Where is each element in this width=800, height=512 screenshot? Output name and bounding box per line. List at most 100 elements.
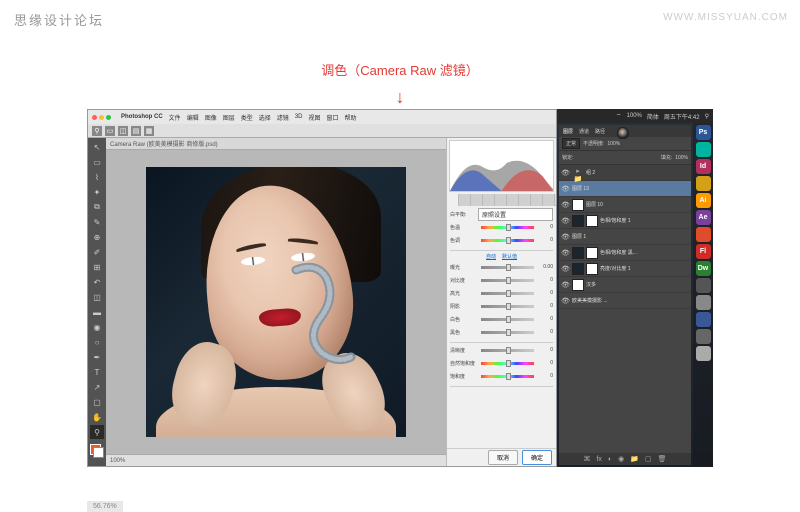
group-icon[interactable]: 📁 [630, 455, 639, 463]
hand-tool[interactable]: ✋ [90, 410, 104, 424]
stamp-tool[interactable]: ⊞ [90, 260, 104, 274]
layer-group[interactable]: 👁▸📁组 2 [559, 165, 691, 181]
auto-link[interactable]: 自动 [486, 253, 496, 260]
dock-app-0[interactable]: Ps [696, 125, 711, 140]
canvas-area[interactable] [106, 150, 446, 454]
link-icon[interactable]: ⌘ [583, 455, 590, 463]
mac-menubar[interactable]: ⌔ 100% 简体 周五下午4:42 ⚲ [557, 109, 713, 123]
zoom-level[interactable]: 100% [110, 458, 125, 464]
menu-3d[interactable]: 3D [295, 114, 303, 120]
options-bar[interactable]: ⚲ ▭ ◫ ▤ ▦ [88, 124, 556, 138]
dodge-tool[interactable]: ○ [90, 335, 104, 349]
mask-thumb[interactable] [586, 215, 598, 227]
dock-app-12[interactable] [696, 329, 711, 344]
layer-thumb[interactable] [572, 199, 584, 211]
layer-item[interactable]: 👁图层 10 [559, 197, 691, 213]
new-layer-icon[interactable]: ▢ [645, 455, 652, 463]
menu-window[interactable]: 窗口 [326, 113, 338, 122]
shape-tool[interactable]: ▢ [90, 395, 104, 409]
fill-value[interactable]: 100% [675, 155, 688, 161]
menu-file[interactable]: 文件 [169, 113, 181, 122]
maximize-icon[interactable] [106, 115, 111, 120]
zoom-tool-icon[interactable]: ⚲ [92, 126, 102, 136]
dock-app-9[interactable] [696, 278, 711, 293]
layer-item[interactable]: 👁图层 13 [559, 181, 691, 197]
dock-app-7[interactable]: Fl [696, 244, 711, 259]
fg-bg-colors[interactable] [90, 444, 104, 458]
spotlight-icon[interactable]: ⚲ [705, 113, 709, 120]
layer-item[interactable]: 👁色相/饱和度 黑... [559, 245, 691, 261]
opacity-value[interactable]: 100% [607, 141, 620, 147]
layer-item[interactable]: 👁图层 1 [559, 229, 691, 245]
layer-thumb[interactable] [572, 247, 584, 259]
trash-icon[interactable]: 🗑 [658, 455, 667, 463]
tab-paths[interactable]: 路径 [595, 128, 605, 135]
tool-opt-3[interactable]: ▤ [131, 126, 141, 136]
dock-app-13[interactable] [696, 346, 711, 361]
document-tab[interactable]: Camera Raw (欧美美模摄影 商修版.psd) [106, 138, 446, 150]
menu-edit[interactable]: 编辑 [187, 113, 199, 122]
close-icon[interactable] [92, 115, 97, 120]
menu-help[interactable]: 帮助 [344, 113, 356, 122]
layer-item[interactable]: 👁欧美美模摄影 ... [559, 293, 691, 309]
pen-tool[interactable]: ✒ [90, 350, 104, 364]
blend-mode-select[interactable]: 正常 [562, 138, 580, 149]
tool-opt-4[interactable]: ▦ [144, 126, 154, 136]
visibility-icon[interactable]: 👁 [561, 265, 570, 273]
wb-select[interactable]: 原照设置 [478, 208, 553, 221]
minimize-icon[interactable] [99, 115, 104, 120]
zoom-tool[interactable]: ⚲ [90, 425, 104, 439]
layer-thumb[interactable] [572, 263, 584, 275]
dock-app-11[interactable] [696, 312, 711, 327]
histogram[interactable] [449, 140, 554, 192]
cr-tab-9[interactable] [543, 194, 555, 206]
wand-tool[interactable]: ✦ [90, 185, 104, 199]
cr-tab-strip[interactable] [447, 194, 556, 206]
layer-list[interactable]: 👁▸📁组 2 👁图层 13 👁图层 10 👁色相/饱和度 1 👁图层 1 👁色相… [559, 165, 691, 453]
marquee-tool[interactable]: ▭ [90, 155, 104, 169]
menu-layer[interactable]: 图层 [223, 113, 235, 122]
cr-tab-7[interactable] [519, 194, 531, 206]
clock[interactable]: 周五下午4:42 [664, 112, 700, 121]
heal-tool[interactable]: ⊕ [90, 230, 104, 244]
gradient-tool[interactable]: ▬ [90, 305, 104, 319]
visibility-icon[interactable]: 👁 [561, 249, 570, 257]
window-controls[interactable] [92, 115, 111, 120]
mask-thumb[interactable] [586, 247, 598, 259]
menu-image[interactable]: 图像 [205, 113, 217, 122]
ok-button[interactable]: 确定 [522, 450, 552, 465]
blur-tool[interactable]: ◉ [90, 320, 104, 334]
layer-thumb[interactable] [572, 215, 584, 227]
cr-tab-2[interactable] [459, 194, 471, 206]
visibility-icon[interactable]: 👁 [561, 185, 570, 193]
history-tool[interactable]: ↶ [90, 275, 104, 289]
tools-panel[interactable]: ↖ ▭ ⌇ ✦ ⧉ ✎ ⊕ ✐ ⊞ ↶ ◫ ▬ ◉ ○ ✒ T ↗ ▢ ✋ ⚲ [88, 138, 106, 466]
layer-item[interactable]: 👁汉多 [559, 277, 691, 293]
eraser-tool[interactable]: ◫ [90, 290, 104, 304]
cr-tab-5[interactable] [495, 194, 507, 206]
eyedrop-tool[interactable]: ✎ [90, 215, 104, 229]
fx-icon[interactable]: fx [596, 456, 601, 463]
app-menubar[interactable]: Photoshop CC 文件 编辑 图像 图层 类型 选择 滤镜 3D 视图 … [88, 110, 556, 124]
folder-icon[interactable]: ▸📁 [572, 167, 584, 179]
cr-tab-basic[interactable] [447, 194, 459, 206]
visibility-icon[interactable]: 👁 [561, 201, 570, 209]
default-link[interactable]: 默认值 [502, 253, 517, 260]
lasso-tool[interactable]: ⌇ [90, 170, 104, 184]
move-tool[interactable]: ↖ [90, 140, 104, 154]
cr-tab-4[interactable] [483, 194, 495, 206]
type-tool[interactable]: T [90, 365, 104, 379]
mask-thumb[interactable] [586, 263, 598, 275]
tool-opt-1[interactable]: ▭ [105, 126, 115, 136]
menu-filter[interactable]: 滤镜 [277, 113, 289, 122]
tab-channels[interactable]: 通道 [579, 128, 589, 135]
cancel-button[interactable]: 取消 [488, 450, 518, 465]
menu-view[interactable]: 视图 [308, 113, 320, 122]
layer-item[interactable]: 👁色相/饱和度 1 [559, 213, 691, 229]
dock-app-10[interactable] [696, 295, 711, 310]
menu-type[interactable]: 类型 [241, 113, 253, 122]
crop-tool[interactable]: ⧉ [90, 200, 104, 214]
visibility-icon[interactable]: 👁 [561, 281, 570, 289]
dock-app-1[interactable] [696, 142, 711, 157]
menu-select[interactable]: 选择 [259, 113, 271, 122]
